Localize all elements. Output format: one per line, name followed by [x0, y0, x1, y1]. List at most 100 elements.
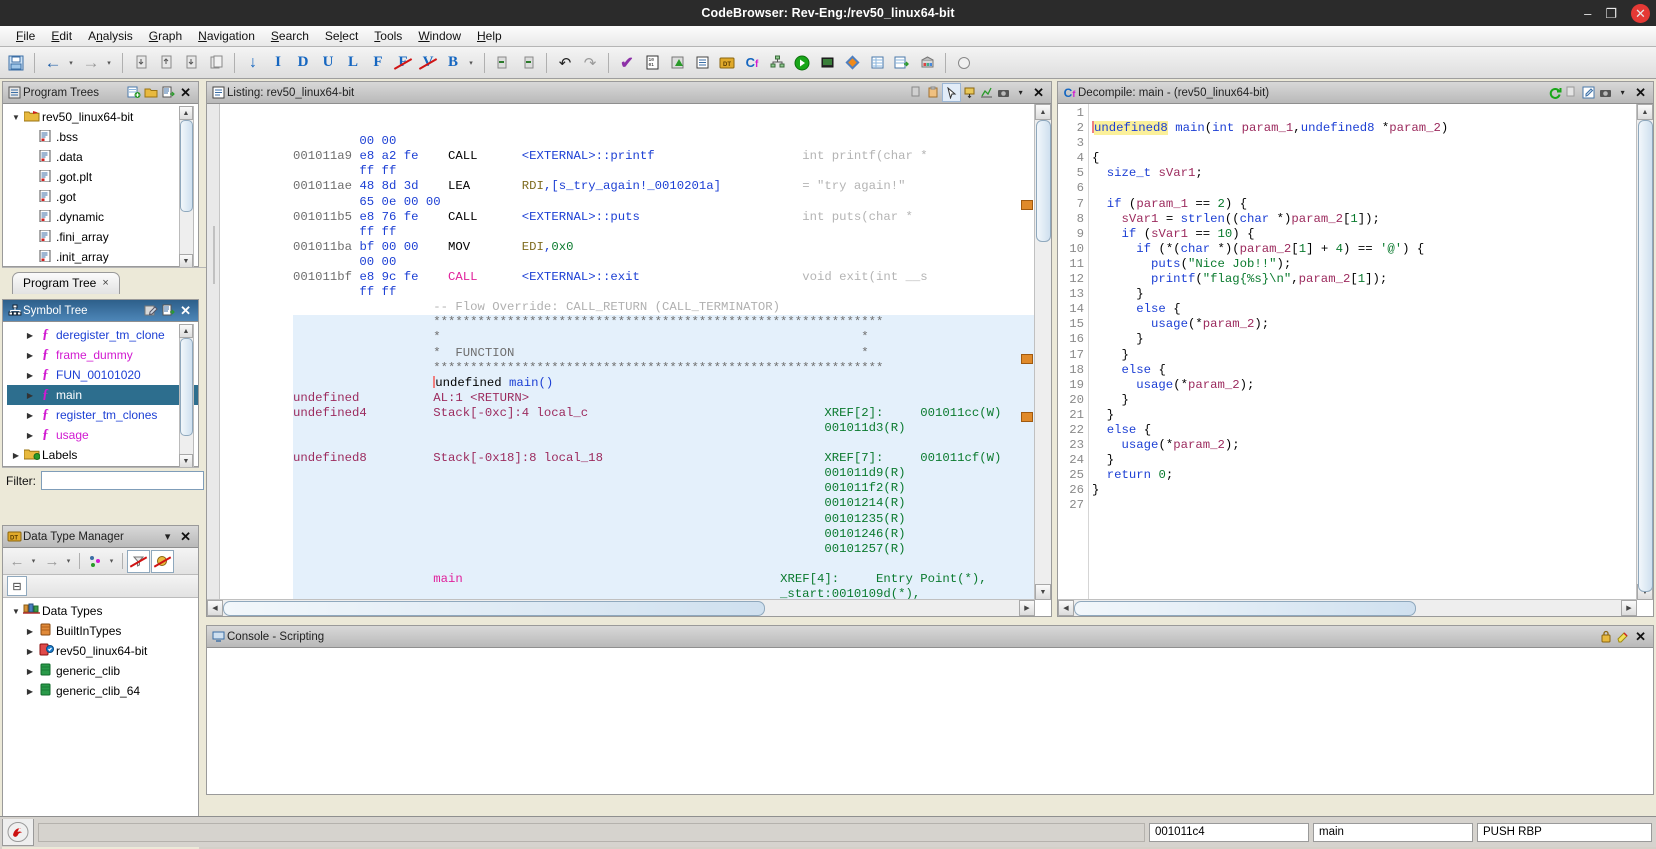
minimize-button[interactable]: –: [1584, 7, 1591, 20]
camera-icon[interactable]: [1597, 84, 1614, 101]
listing-variable[interactable]: undefined4 Stack[-0xc]:4 local_c XREF[2]…: [293, 406, 1035, 421]
listing-line[interactable]: 001011bf e8 9c fe CALL <EXTERNAL>::exit …: [293, 270, 1035, 285]
script-list-icon[interactable]: [690, 51, 714, 75]
expand-toggle-icon[interactable]: ▶: [23, 411, 37, 420]
bookmark-dropdown-icon[interactable]: ▾: [466, 51, 478, 75]
program-trees-close-button[interactable]: ✕: [176, 85, 195, 101]
dtm-archive-item[interactable]: ▶ BuiltInTypes: [7, 621, 198, 641]
decompile-line[interactable]: printf("flag{%s}\n",param_2[1]);: [1092, 272, 1635, 287]
symbol-tree-function-register_tm_clones[interactable]: ▶ ƒ register_tm_clones: [7, 405, 198, 425]
listing-xref-address[interactable]: 00101246(R): [293, 527, 1035, 542]
back-dropdown-icon[interactable]: ▾: [29, 550, 40, 572]
forward-arrow-icon[interactable]: →: [41, 550, 63, 572]
program-tree-item[interactable]: .fini_array: [7, 227, 198, 247]
scroll-thumb[interactable]: [180, 338, 193, 436]
listing-content[interactable]: 00 00001011a9 e8 a2 fe CALL <EXTERNAL>::…: [207, 104, 1051, 616]
decompile-line[interactable]: if (*(char *)(param_2[1] + 4) == '@') {: [1092, 242, 1635, 257]
symbol-filter-input[interactable]: [41, 471, 204, 490]
symbol-tree-function-deregister_tm_clone[interactable]: ▶ ƒ deregister_tm_clone: [7, 325, 198, 345]
copy-icon[interactable]: [1563, 84, 1580, 101]
scroll-up-button[interactable]: ▲: [179, 324, 193, 338]
expand-toggle-icon[interactable]: ▶: [23, 667, 37, 676]
snapshot-next-icon[interactable]: [154, 51, 178, 75]
dtm-archive-item[interactable]: ▶ rev50_linux64-bit: [7, 641, 198, 661]
decompile-line[interactable]: usage(*param_2);: [1092, 438, 1635, 453]
expand-toggle-icon[interactable]: ▶: [23, 371, 37, 380]
maximize-button[interactable]: ❐: [1605, 7, 1617, 20]
back-dropdown-icon[interactable]: ▾: [66, 51, 78, 75]
decompile-line[interactable]: }: [1092, 287, 1635, 302]
decompile-line[interactable]: else {: [1092, 302, 1635, 317]
label-icon[interactable]: L: [341, 51, 365, 75]
decompile-line[interactable]: usage(*param_2);: [1092, 378, 1635, 393]
scroll-thumb[interactable]: [180, 120, 193, 212]
open-folder-icon[interactable]: [142, 84, 159, 101]
menu-analysis[interactable]: Analysis: [80, 27, 141, 45]
scroll-up-button[interactable]: ▲: [1035, 104, 1051, 120]
hscroll-thumb[interactable]: [1074, 601, 1416, 616]
scroll-up-button[interactable]: ▲: [1637, 104, 1653, 120]
listing-line[interactable]: 001011a9 e8 a2 fe CALL <EXTERNAL>::print…: [293, 149, 1035, 164]
bookmark-icon[interactable]: B: [441, 51, 465, 75]
forward-arrow-icon[interactable]: →: [79, 51, 103, 75]
paste-icon[interactable]: [925, 84, 942, 101]
diff-icon[interactable]: [961, 84, 978, 101]
dtm-archive-item[interactable]: ▶ generic_clib: [7, 661, 198, 681]
function-icon[interactable]: F: [366, 51, 390, 75]
snapshot-down-icon[interactable]: [179, 51, 203, 75]
paste-icon[interactable]: [159, 84, 176, 101]
forward-dropdown-icon[interactable]: ▾: [64, 550, 75, 572]
expand-toggle-icon[interactable]: ▶: [23, 331, 37, 340]
program-tree-item[interactable]: .got.plt: [7, 167, 198, 187]
function-graph-icon[interactable]: [765, 51, 789, 75]
listing-vscrollbar[interactable]: ▲ ▼: [1034, 104, 1051, 600]
decompiler-icon[interactable]: Cf: [740, 51, 764, 75]
symbol-tree-function-main[interactable]: ▶ ƒ main: [7, 385, 198, 405]
refresh-icon[interactable]: [1546, 84, 1563, 101]
table-icon[interactable]: [865, 51, 889, 75]
collapse-icon[interactable]: ⊟: [7, 576, 27, 596]
decompile-line[interactable]: [1092, 136, 1635, 151]
scroll-down-button[interactable]: ▼: [179, 254, 193, 268]
symbol-tree-vscrollbar[interactable]: ▲ ▼: [179, 324, 194, 468]
decompile-line[interactable]: else {: [1092, 363, 1635, 378]
decompile-line[interactable]: }: [1092, 408, 1635, 423]
hscroll-thumb[interactable]: [223, 601, 765, 616]
decompile-hscrollbar[interactable]: ◀ ▶: [1058, 599, 1637, 616]
tab-program-tree[interactable]: Program Tree ×: [12, 272, 120, 294]
program-tree-item[interactable]: .data: [7, 147, 198, 167]
menu-search[interactable]: Search: [263, 27, 317, 45]
listing-variable[interactable]: undefined8 Stack[-0x18]:8 local_18 XREF[…: [293, 451, 1035, 466]
decompile-close-button[interactable]: ✕: [1631, 85, 1650, 101]
decompile-line[interactable]: sVar1 = strlen((char *)param_2[1]);: [1092, 212, 1635, 227]
graph-icon[interactable]: [978, 84, 995, 101]
copy-icon[interactable]: [908, 84, 925, 101]
dtm-archive-item[interactable]: ▶ generic_clib_64: [7, 681, 198, 701]
expand-toggle-icon[interactable]: ▶: [9, 451, 23, 460]
down-arrow-icon[interactable]: ↓: [241, 51, 265, 75]
listing-close-button[interactable]: ✕: [1029, 85, 1048, 101]
listing-line[interactable]: ff ff: [293, 225, 1035, 240]
expand-toggle-icon[interactable]: ▼: [9, 607, 23, 616]
expand-toggle-icon[interactable]: ▶: [23, 431, 37, 440]
program-tree-item[interactable]: .got: [7, 187, 198, 207]
diamond-icon[interactable]: [840, 51, 864, 75]
clear-value-icon[interactable]: V: [416, 51, 440, 75]
dtm-root-row[interactable]: ▼ Data Types: [7, 601, 198, 621]
expand-toggle-icon[interactable]: ▶: [23, 687, 37, 696]
menu-navigation[interactable]: Navigation: [190, 27, 263, 45]
snapshot-copy-icon[interactable]: [204, 51, 228, 75]
scroll-right-button[interactable]: ▶: [1019, 600, 1035, 616]
decompile-line[interactable]: }: [1092, 453, 1635, 468]
scroll-up-button[interactable]: ▲: [179, 106, 193, 120]
menu-window[interactable]: Window: [410, 27, 469, 45]
decompile-line[interactable]: if (param_1 == 2) {: [1092, 197, 1635, 212]
menu-help[interactable]: Help: [469, 27, 510, 45]
memory-map-icon[interactable]: [815, 51, 839, 75]
cursor-icon[interactable]: [942, 83, 961, 102]
scroll-right-button[interactable]: ▶: [1621, 600, 1637, 616]
listing-xref-address[interactable]: 00101214(R): [293, 496, 1035, 511]
new-tree-icon[interactable]: [125, 84, 142, 101]
listing-xref-address[interactable]: 00101257(R): [293, 542, 1035, 557]
run-icon[interactable]: [790, 51, 814, 75]
